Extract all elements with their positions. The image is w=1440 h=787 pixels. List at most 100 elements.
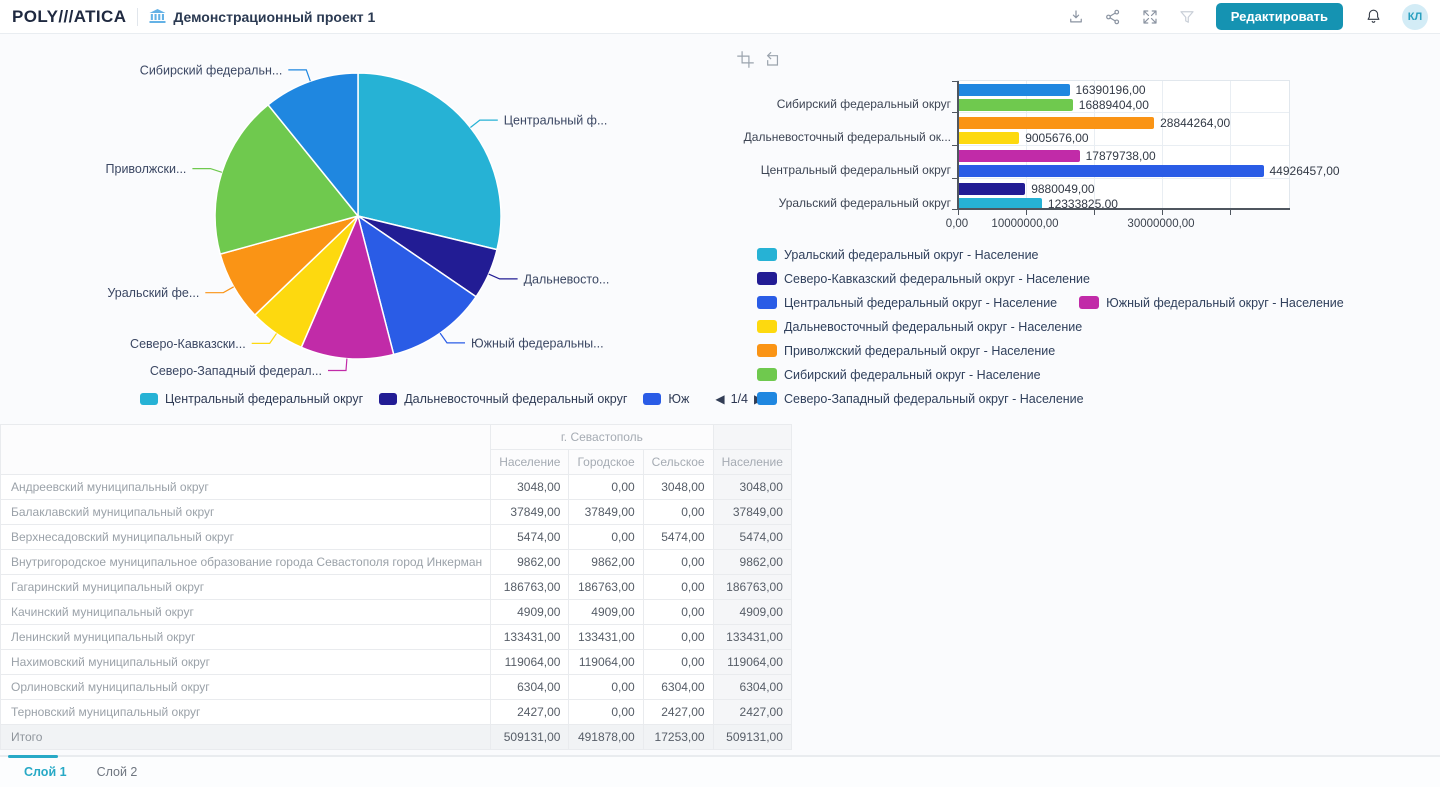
tab-layer-2[interactable]: Слой 2 (97, 765, 138, 779)
table-row[interactable]: Балаклавский муниципальный округ37849,00… (1, 500, 792, 525)
crop-selection-icon[interactable] (737, 51, 754, 73)
bar-value-label: 17879738,00 (1086, 149, 1156, 163)
bar-legend-item[interactable]: Южный федеральный округ - Население (1079, 296, 1344, 310)
y-tick (952, 178, 957, 179)
bar-axis-label: Дальневосточный федеральный ок... (730, 130, 951, 144)
row-value-cell: 0,00 (643, 550, 713, 575)
row-value-cell: 37849,00 (569, 500, 643, 525)
pie-chart: Центральный ф...Дальневосто...Южный феде… (0, 44, 730, 396)
bar-4[interactable] (958, 150, 1080, 162)
table-row[interactable]: Внутригородское муниципальное образовани… (1, 550, 792, 575)
bar-3[interactable] (958, 132, 1019, 144)
row-name-cell: Нахимовский муниципальный округ (1, 650, 491, 675)
bar-legend-row: Дальневосточный федеральный округ - Насе… (757, 320, 1344, 333)
table-row[interactable]: Терновский муниципальный округ2427,000,0… (1, 700, 792, 725)
bar-legend-item[interactable]: Центральный федеральный округ - Населени… (757, 296, 1057, 310)
table-row[interactable]: Качинский муниципальный округ4909,004909… (1, 600, 792, 625)
row-value-cell: 0,00 (569, 525, 643, 550)
row-value-cell: 5474,00 (713, 525, 791, 550)
download-icon[interactable] (1058, 4, 1095, 30)
legend-label: Дальневосточный федеральный округ (404, 392, 627, 406)
total-value-cell: 509131,00 (491, 725, 569, 750)
filter-icon[interactable] (1169, 4, 1206, 30)
edit-button[interactable]: Редактировать (1216, 3, 1343, 30)
row-value-cell: 37849,00 (713, 500, 791, 525)
app-header: POLY///ATICA Демонстрационный проект 1 (0, 0, 1440, 34)
row-value-cell: 119064,00 (713, 650, 791, 675)
table-row[interactable]: Нахимовский муниципальный округ 119064,00… (1, 650, 792, 675)
x-tick-label: 30000000,00 (1116, 218, 1206, 230)
y-tick (952, 112, 957, 113)
legend-label: Приволжский федеральный округ - Населени… (784, 344, 1055, 358)
bar-value-label: 16889404,00 (1079, 98, 1149, 112)
table-empty-header (713, 425, 791, 450)
project-bank-icon (149, 9, 166, 24)
share-icon[interactable] (1095, 4, 1132, 30)
pie-legend: Центральный федеральный округ Дальневосто… (140, 389, 700, 409)
row-value-cell: 6304,00 (491, 675, 569, 700)
row-value-cell: 119064,00 (569, 650, 643, 675)
y-tick (952, 145, 957, 146)
row-name-cell: Андреевский муниципальный округ (1, 475, 491, 500)
pie-legend-item[interactable]: Центральный федеральный округ (140, 392, 363, 406)
bell-icon[interactable] (1355, 4, 1392, 30)
table-row[interactable]: Ленинский муниципальный округ133431,0013… (1, 625, 792, 650)
row-value-cell: 5474,00 (643, 525, 713, 550)
bar-1[interactable] (958, 99, 1073, 111)
bar-5[interactable] (958, 165, 1264, 177)
gridline-horizontal (958, 145, 1289, 146)
legend-label: Северо-Западный федеральный округ - Насе… (784, 392, 1084, 406)
pie-callout-line (288, 70, 310, 81)
table-row[interactable]: Верхнесадовский муниципальный округ5474,… (1, 525, 792, 550)
bar-legend-item[interactable]: Сибирский федеральный округ - Население (757, 368, 1041, 382)
row-value-cell: 133431,00 (491, 625, 569, 650)
table-corner-header (1, 425, 491, 475)
bar-legend-item[interactable]: Уральский федеральный округ - Население (757, 248, 1039, 262)
user-avatar[interactable]: КЛ (1402, 4, 1428, 30)
row-value-cell: 2427,00 (713, 700, 791, 725)
bar-legend-item[interactable]: Приволжский федеральный округ - Населени… (757, 344, 1055, 358)
row-value-cell: 6304,00 (713, 675, 791, 700)
bar-legend: Уральский федеральный округ - Население С… (757, 248, 1344, 416)
x-axis-line (957, 208, 1290, 210)
legend-label: Сибирский федеральный округ - Население (784, 368, 1041, 382)
row-value-cell: 9862,00 (569, 550, 643, 575)
polymatica-logo: POLY///ATICA (12, 7, 126, 27)
legend-swatch (757, 344, 777, 357)
bar-value-label: 44926457,00 (1270, 164, 1340, 178)
row-value-cell: 9862,00 (713, 550, 791, 575)
reset-selection-icon[interactable] (763, 51, 780, 73)
bar-legend-item[interactable]: Северо-Кавказский федеральный округ - На… (757, 272, 1090, 286)
bar-legend-item[interactable]: Дальневосточный федеральный округ - Насе… (757, 320, 1082, 334)
bar-0[interactable] (958, 84, 1070, 96)
pie-legend-item[interactable]: Юж (643, 392, 689, 406)
bar-legend-item[interactable]: Северо-Западный федеральный округ - Насе… (757, 392, 1084, 406)
legend-label: Северо-Кавказский федеральный округ - На… (784, 272, 1090, 286)
table-row[interactable]: Орлиновский муниципальный округ6304,000,… (1, 675, 792, 700)
pie-callout-label: Северо-Западный федерал... (150, 364, 322, 378)
pager-prev-icon[interactable]: ◀ (715, 392, 724, 406)
bar-6[interactable] (958, 183, 1025, 195)
chart-tools (737, 51, 780, 73)
tab-layer-1[interactable]: Слой 1 (24, 765, 67, 779)
legend-swatch (643, 393, 661, 405)
pie-callout-label: Северо-Кавказски... (130, 337, 246, 351)
x-tick (1230, 210, 1231, 215)
bar-2[interactable] (958, 117, 1154, 129)
fullscreen-icon[interactable] (1132, 4, 1169, 30)
row-value-cell: 186763,00 (569, 575, 643, 600)
row-value-cell: 186763,00 (713, 575, 791, 600)
pie-legend-item[interactable]: Дальневосточный федеральный округ (379, 392, 627, 406)
bar-plot-area: 16390196,0016889404,0028844264,009005676… (957, 80, 1290, 210)
legend-label: Центральный федеральный округ - Населени… (784, 296, 1057, 310)
legend-swatch (757, 272, 777, 285)
x-tick-label: 10000000,00 (980, 218, 1070, 230)
row-value-cell: 0,00 (643, 575, 713, 600)
table-row[interactable]: Андреевский муниципальный округ3048,000,… (1, 475, 792, 500)
total-label-cell: Итого (1, 725, 491, 750)
total-value-cell: 509131,00 (713, 725, 791, 750)
pie-callout-line (192, 169, 222, 173)
row-value-cell: 37849,00 (491, 500, 569, 525)
table-row[interactable]: Гагаринский муниципальный округ186763,00… (1, 575, 792, 600)
bar-legend-row: Северо-Западный федеральный округ - Насе… (757, 392, 1344, 405)
